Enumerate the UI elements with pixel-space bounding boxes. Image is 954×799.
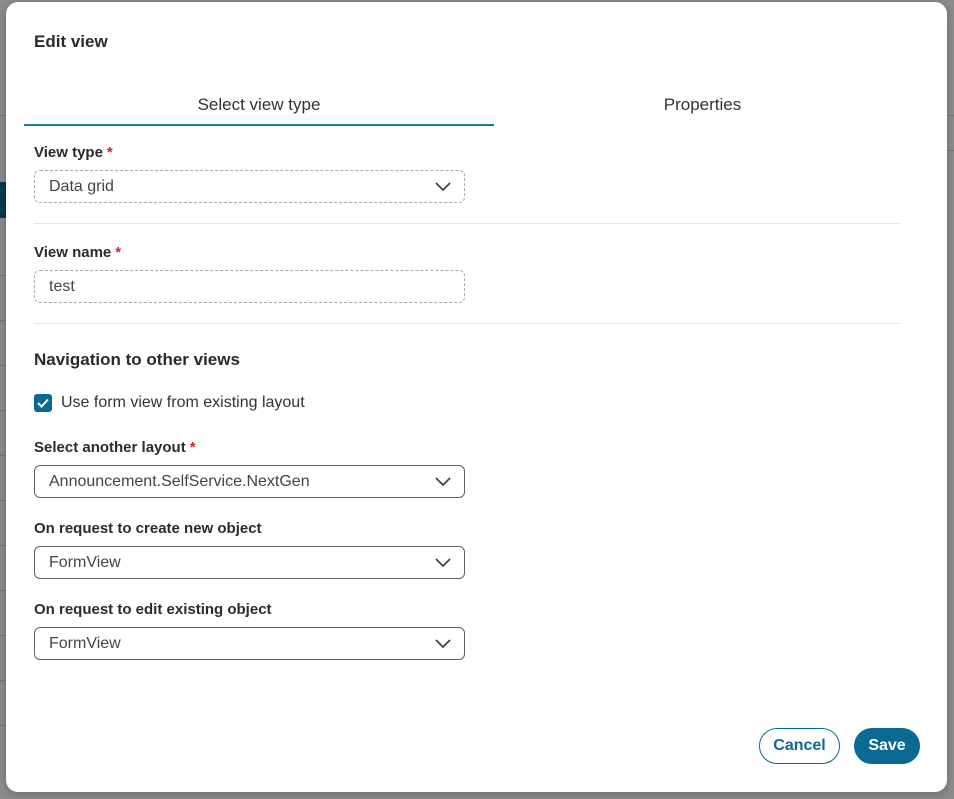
save-button[interactable]: Save <box>854 728 920 764</box>
view-type-label-text: View type <box>34 144 103 161</box>
dialog-title: Edit view <box>34 32 108 51</box>
required-asterisk: * <box>189 439 196 456</box>
tab-properties[interactable]: Properties <box>494 86 911 124</box>
select-layout-value: Announcement.SelfService.NextGen <box>49 473 310 490</box>
navigation-section-title: Navigation to other views <box>34 350 240 369</box>
tab-bar: Select view type Properties <box>24 86 919 126</box>
use-form-view-checkbox[interactable] <box>34 394 52 412</box>
use-form-view-label[interactable]: Use form view from existing layout <box>61 394 305 412</box>
section-divider <box>34 223 901 224</box>
active-tab-indicator <box>24 124 494 126</box>
view-name-input[interactable]: test <box>34 270 465 303</box>
edit-existing-value: FormView <box>49 635 121 652</box>
view-name-label: View name * <box>34 244 121 261</box>
edit-view-dialog: Edit view Select view type Properties Vi… <box>6 2 947 792</box>
view-name-value: test <box>49 278 75 295</box>
chevron-down-icon <box>435 477 451 487</box>
required-asterisk: * <box>115 244 122 261</box>
edit-existing-label: On request to edit existing object <box>34 601 272 618</box>
view-name-label-text: View name <box>34 244 112 261</box>
chevron-down-icon <box>435 558 451 568</box>
required-asterisk: * <box>106 144 113 161</box>
select-layout-dropdown[interactable]: Announcement.SelfService.NextGen <box>34 465 465 498</box>
create-new-label: On request to create new object <box>34 520 262 537</box>
view-type-select[interactable]: Data grid <box>34 170 465 203</box>
chevron-down-icon <box>435 182 451 192</box>
view-type-label: View type * <box>34 144 113 161</box>
tab-select-view-type[interactable]: Select view type <box>24 86 494 124</box>
select-layout-label-text: Select another layout <box>34 439 186 456</box>
create-new-dropdown[interactable]: FormView <box>34 546 465 579</box>
select-layout-label: Select another layout * <box>34 439 196 456</box>
checkmark-icon <box>37 398 49 408</box>
cancel-button[interactable]: Cancel <box>759 728 840 764</box>
view-type-value: Data grid <box>49 178 114 195</box>
create-new-value: FormView <box>49 554 121 571</box>
chevron-down-icon <box>435 639 451 649</box>
section-divider <box>34 323 901 324</box>
edit-existing-dropdown[interactable]: FormView <box>34 627 465 660</box>
